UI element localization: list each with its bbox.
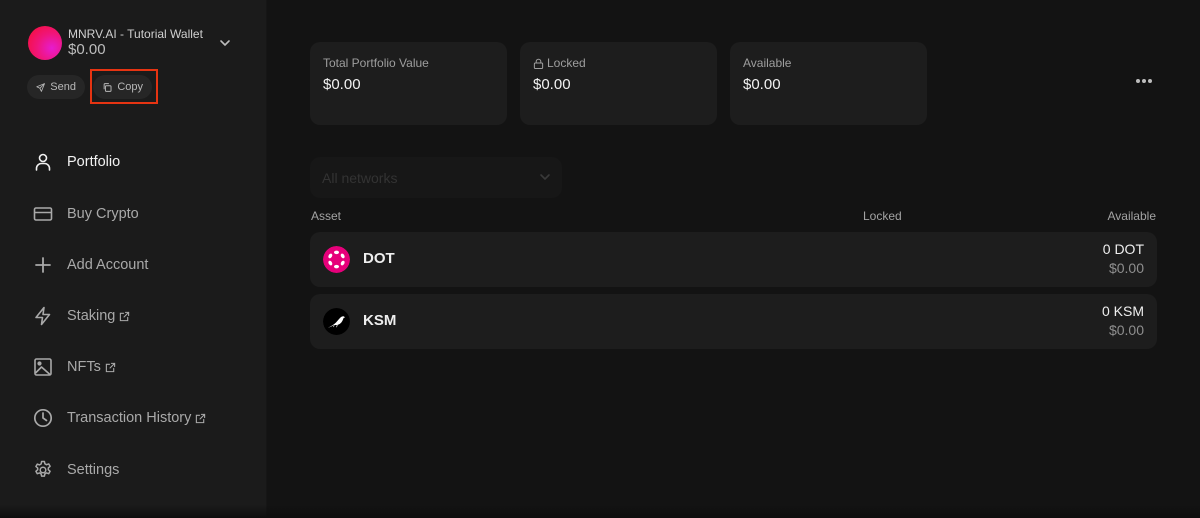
dot-icon	[1148, 79, 1152, 83]
asset-fiat-value: $0.00	[1108, 260, 1144, 276]
sidebar-item-nfts[interactable]: NFTs	[32, 354, 116, 380]
clock-icon	[32, 407, 54, 429]
polkadot-icon	[323, 246, 350, 273]
chevron-down-icon[interactable]	[218, 36, 232, 50]
account-selector[interactable]: MNRV.AI - Tutorial Wallet $0.00	[28, 26, 203, 60]
network-select-placeholder: All networks	[322, 169, 398, 186]
sidebar-item-label: Buy Crypto	[67, 206, 139, 222]
dot-icon	[1142, 79, 1146, 83]
sidebar-item-label: Transaction History	[67, 410, 192, 426]
sidebar-item-staking[interactable]: Staking	[32, 303, 130, 329]
dot-icon	[1136, 79, 1140, 83]
asset-amount: 0 KSM	[1101, 303, 1144, 319]
sidebar-item-transaction-history[interactable]: Transaction History	[32, 405, 206, 431]
send-icon	[36, 82, 45, 92]
table-row[interactable]: DOT 0 DOT $0.00	[310, 232, 1157, 287]
send-button[interactable]: Send	[27, 75, 85, 99]
sidebar-item-label: NFTs	[67, 359, 101, 375]
sidebar-item-label: Add Account	[67, 257, 149, 273]
account-avatar	[28, 26, 62, 60]
locked-label: Locked	[547, 56, 586, 70]
total-portfolio-value: $0.00	[323, 76, 361, 93]
column-header-locked: Locked	[863, 209, 902, 223]
available-value: $0.00	[743, 76, 781, 93]
asset-fiat-value: $0.00	[1108, 322, 1144, 338]
send-label: Send	[50, 81, 76, 93]
asset-amount: 0 DOT	[1102, 241, 1144, 257]
table-row[interactable]: KSM 0 KSM $0.00	[310, 294, 1157, 349]
kusama-icon	[323, 308, 350, 335]
external-link-icon	[105, 362, 116, 372]
plus-icon	[32, 254, 54, 276]
external-link-icon	[120, 311, 130, 321]
locked-card: Locked $0.00	[520, 42, 717, 125]
chevron-down-icon	[540, 174, 550, 181]
account-balance: $0.00	[68, 41, 106, 58]
image-icon	[32, 356, 54, 378]
total-portfolio-label: Total Portfolio Value	[323, 56, 429, 70]
account-name: MNRV.AI - Tutorial Wallet	[68, 27, 203, 41]
sidebar-item-settings[interactable]: Settings	[32, 457, 119, 483]
column-header-asset: Asset	[311, 209, 342, 223]
sidebar-item-label: Portfolio	[67, 154, 121, 170]
total-portfolio-card: Total Portfolio Value $0.00	[310, 42, 507, 125]
asset-symbol: KSM	[363, 312, 397, 329]
copy-highlight-box	[90, 69, 158, 104]
external-link-icon	[196, 413, 206, 423]
more-options-button[interactable]	[1136, 76, 1156, 86]
gear-icon	[32, 459, 54, 481]
available-card: Available $0.00	[730, 42, 927, 125]
asset-symbol: DOT	[363, 250, 395, 267]
user-icon	[32, 151, 54, 173]
sidebar-item-add-account[interactable]: Add Account	[32, 252, 148, 278]
column-header-available: Available	[1107, 209, 1156, 223]
lock-icon	[533, 58, 544, 69]
sidebar-item-portfolio[interactable]: Portfolio	[32, 149, 120, 175]
sidebar-item-label: Staking	[67, 308, 116, 324]
network-select[interactable]: All networks	[310, 157, 562, 198]
lightning-icon	[32, 305, 54, 327]
locked-value: $0.00	[533, 76, 571, 93]
sidebar-item-label: Settings	[67, 462, 120, 478]
sidebar-item-buy-crypto[interactable]: Buy Crypto	[32, 201, 139, 227]
available-label: Available	[743, 56, 792, 70]
credit-card-icon	[32, 203, 54, 225]
sidebar: MNRV.AI - Tutorial Wallet $0.00 Send Cop…	[0, 0, 267, 518]
